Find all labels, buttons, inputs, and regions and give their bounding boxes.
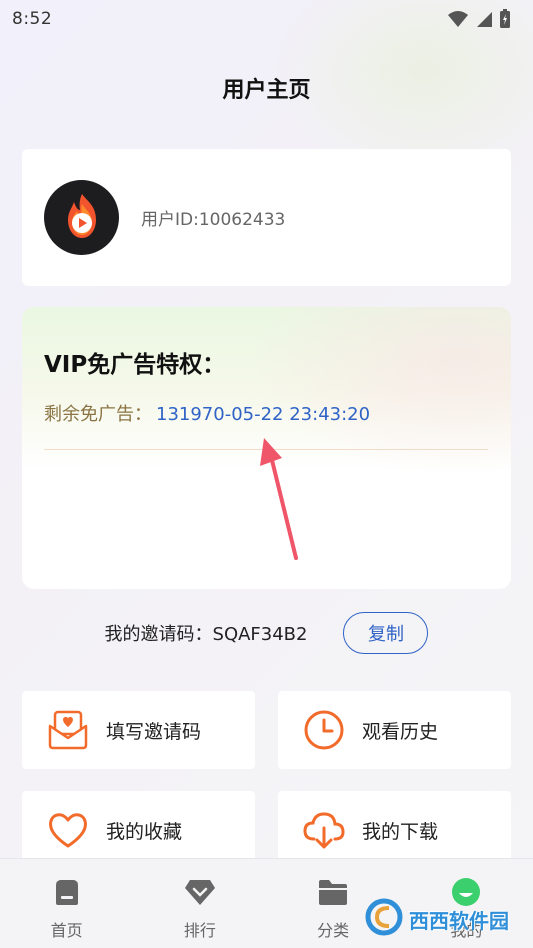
vip-remaining-label: 剩余免广告：	[44, 404, 152, 425]
watermark-text: 西西软件园	[409, 908, 509, 933]
folder-icon	[316, 875, 350, 909]
avatar[interactable]	[44, 180, 119, 255]
nav-ranking[interactable]: 排行	[133, 859, 266, 948]
tile-label: 我的下载	[362, 820, 439, 843]
vip-title: VIP免广告特权：	[44, 352, 226, 378]
vip-card: VIP免广告特权： 剩余免广告： 131970-05-22 23:43:20	[22, 307, 511, 589]
status-time: 8:52	[12, 9, 53, 29]
watermark: 西西软件园	[365, 898, 515, 940]
status-icons	[447, 9, 511, 29]
tile-enter-invite-code[interactable]: 填写邀请码	[22, 691, 255, 769]
battery-icon	[499, 9, 511, 29]
vip-remaining-row: 剩余免广告： 131970-05-22 23:43:20	[44, 400, 370, 426]
page-title: 用户主页	[222, 78, 311, 103]
home-icon	[50, 875, 84, 909]
invite-row: 我的邀请码：SQAF34B2 复制	[0, 611, 533, 655]
diamond-icon	[183, 875, 217, 909]
cloud-download-icon	[302, 808, 346, 852]
tile-label: 观看历史	[362, 720, 439, 743]
invite-code-text: 我的邀请码：SQAF34B2	[104, 624, 308, 645]
nav-label: 分类	[317, 921, 350, 940]
user-id-text: 用户ID:10062433	[141, 210, 286, 230]
profile-card: 用户ID:10062433	[22, 149, 511, 286]
clock-icon	[302, 708, 346, 752]
copy-button[interactable]: 复制	[343, 612, 429, 654]
nav-home[interactable]: 首页	[0, 859, 133, 948]
tile-watch-history[interactable]: 观看历史	[278, 691, 511, 769]
vip-remaining-value: 131970-05-22 23:43:20	[156, 404, 371, 425]
wifi-icon	[447, 10, 469, 28]
nav-label: 首页	[50, 921, 83, 940]
tile-label: 我的收藏	[106, 820, 183, 843]
vip-divider	[44, 449, 488, 450]
flame-play-logo-icon	[67, 193, 96, 238]
status-bar: 8:52	[0, 0, 533, 38]
signal-icon	[475, 10, 493, 28]
watermark-logo-icon	[365, 898, 403, 940]
tile-label: 填写邀请码	[106, 720, 202, 743]
nav-label: 排行	[183, 921, 216, 940]
heart-icon	[46, 808, 90, 852]
mail-heart-icon	[46, 708, 90, 752]
